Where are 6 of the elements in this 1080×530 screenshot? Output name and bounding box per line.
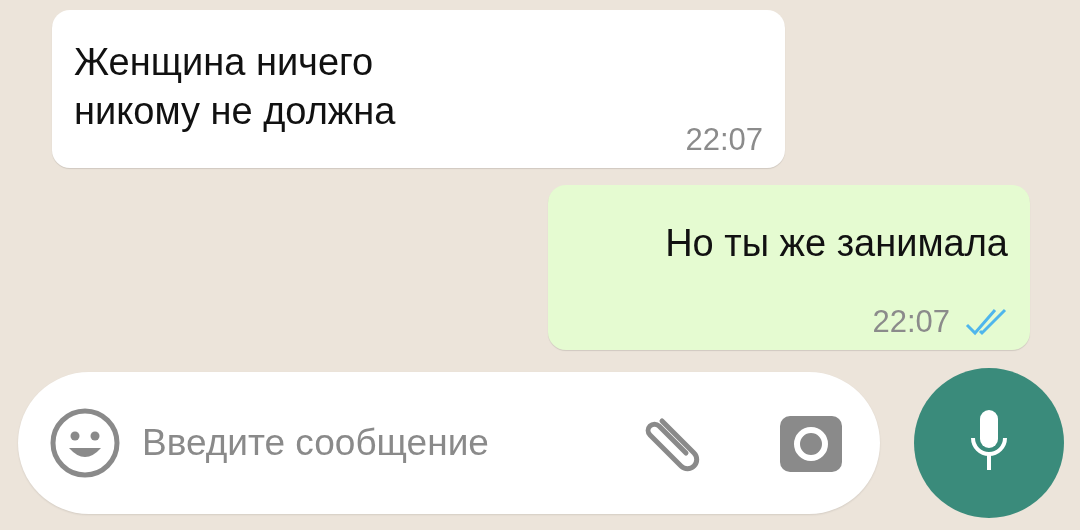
- message-time: 22:07: [685, 122, 763, 158]
- message-text: Женщина ничего никому не должна: [74, 40, 396, 135]
- emoji-icon[interactable]: [50, 408, 120, 478]
- message-time: 22:07: [872, 304, 950, 340]
- message-text: Но ты же занимала: [665, 221, 1008, 266]
- message-input-field[interactable]: Введите сообщение: [140, 421, 640, 465]
